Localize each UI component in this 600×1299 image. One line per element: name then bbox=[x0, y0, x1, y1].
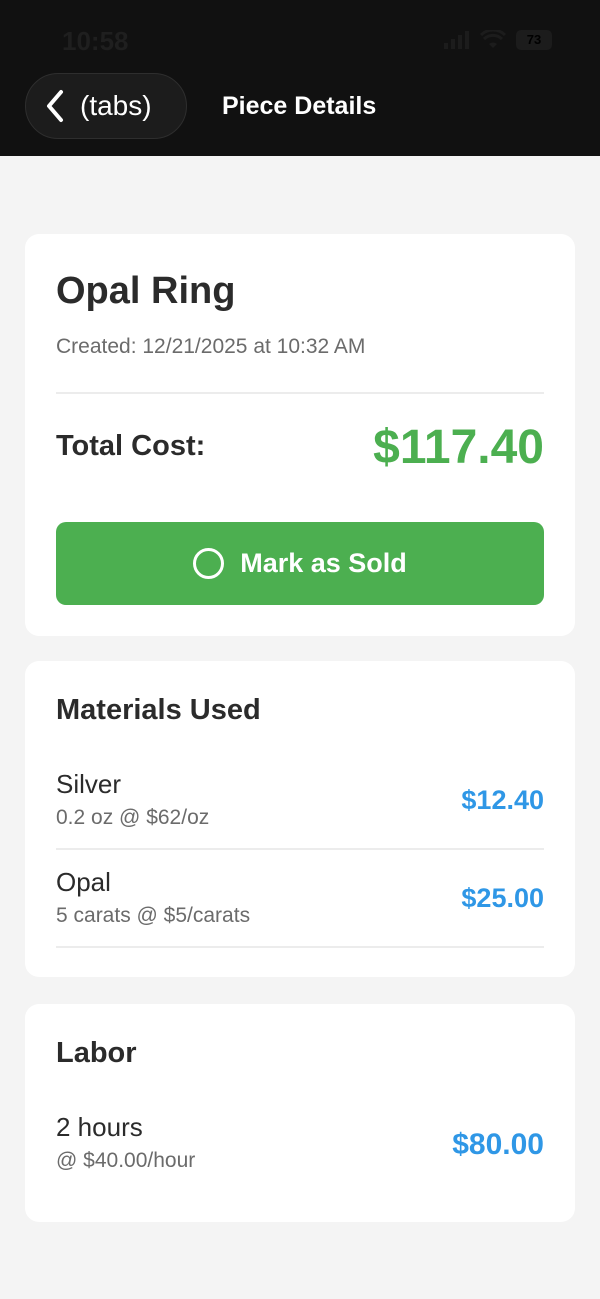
created-date: Created: 12/21/2025 at 10:32 AM bbox=[56, 335, 366, 358]
circle-icon bbox=[193, 548, 225, 579]
piece-summary-card: Opal Ring Created: 12/21/2025 at 10:32 A… bbox=[25, 234, 575, 636]
labor-row: 2 hours @ $40.00/hour $80.00 bbox=[56, 1112, 544, 1173]
status-time: 10:58 bbox=[62, 26, 129, 56]
materials-card: Materials Used Silver 0.2 oz @ $62/oz $1… bbox=[25, 661, 575, 977]
status-bar: 10:58 73 bbox=[0, 24, 600, 60]
back-button[interactable]: (tabs) bbox=[25, 73, 187, 139]
total-cost-label: Total Cost: bbox=[56, 430, 206, 462]
wifi-icon bbox=[480, 30, 506, 48]
material-price: $12.40 bbox=[461, 785, 544, 815]
materials-title: Materials Used bbox=[56, 694, 261, 726]
divider bbox=[56, 946, 544, 948]
material-price: $25.00 bbox=[461, 883, 544, 913]
chevron-left-icon bbox=[47, 90, 63, 122]
labor-title: Labor bbox=[56, 1037, 137, 1069]
mark-as-sold-label: Mark as Sold bbox=[240, 548, 407, 578]
labor-price: $80.00 bbox=[452, 1128, 544, 1161]
status-icons: 73 bbox=[444, 30, 552, 50]
divider bbox=[56, 392, 544, 394]
piece-name: Opal Ring bbox=[56, 270, 236, 312]
mark-as-sold-button[interactable]: Mark as Sold bbox=[56, 522, 544, 605]
total-cost-value: $117.40 bbox=[373, 421, 544, 474]
back-button-label: (tabs) bbox=[80, 90, 152, 121]
header-bar: 10:58 73 (tabs) Piece Details bbox=[0, 0, 600, 156]
signal-icon bbox=[444, 31, 469, 49]
material-row: Opal 5 carats @ $5/carats $25.00 bbox=[56, 867, 544, 928]
material-row: Silver 0.2 oz @ $62/oz $12.40 bbox=[56, 769, 544, 830]
labor-card: Labor 2 hours @ $40.00/hour $80.00 bbox=[25, 1004, 575, 1222]
page-title: Piece Details bbox=[222, 92, 377, 120]
battery-icon: 73 bbox=[516, 30, 552, 50]
divider bbox=[56, 848, 544, 850]
